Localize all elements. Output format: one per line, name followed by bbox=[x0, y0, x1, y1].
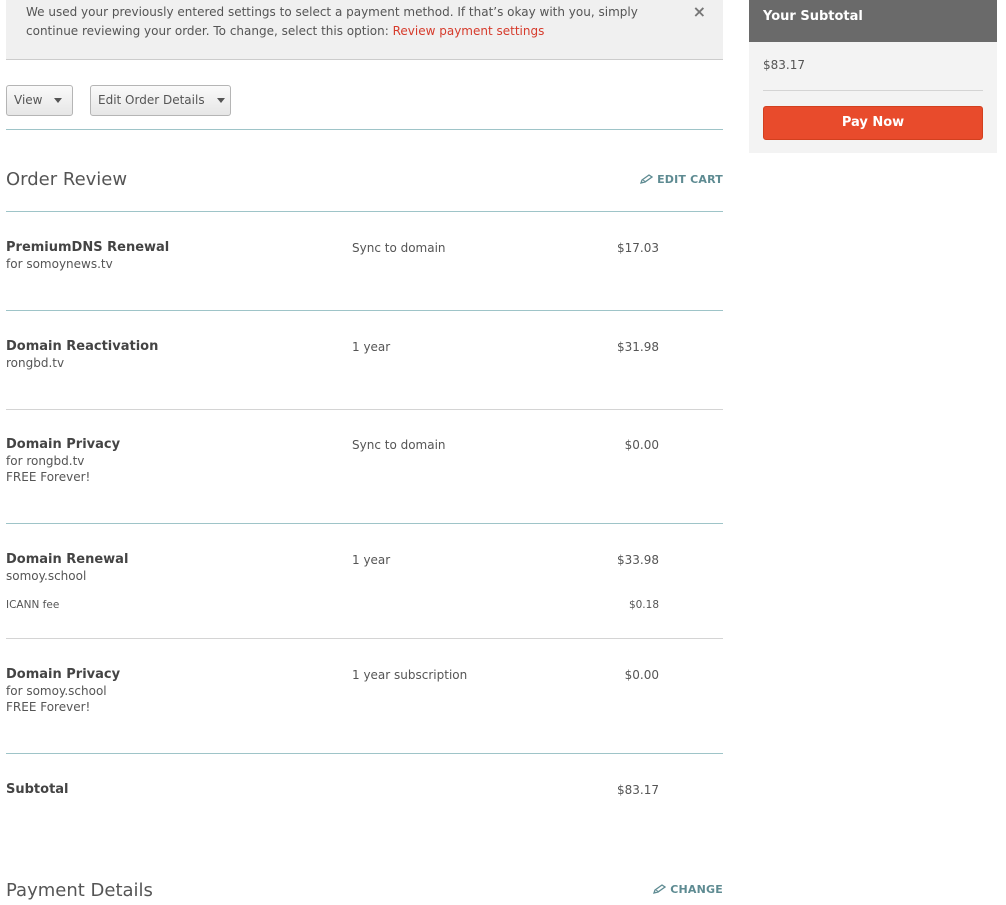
item-price: $0.00 bbox=[624, 668, 659, 682]
order-item: Domain Privacy for rongbd.tv FREE Foreve… bbox=[6, 437, 723, 485]
item-domain: rongbd.tv bbox=[6, 356, 65, 370]
chevron-down-icon bbox=[216, 98, 225, 103]
sidebar-subtotal-amount: $83.17 bbox=[763, 58, 805, 72]
order-item: Domain Reactivation rongbd.tv 1 year $31… bbox=[6, 339, 723, 371]
item-price: $33.98 bbox=[617, 553, 659, 567]
order-review-title: Order Review bbox=[6, 169, 128, 190]
item-fee-price: $0.18 bbox=[628, 599, 659, 611]
item-domain: for somoynews.tv bbox=[6, 257, 113, 271]
divider bbox=[763, 90, 983, 91]
item-price: $31.98 bbox=[617, 340, 659, 354]
order-item: Domain Renewal somoy.school 1 year $33.9… bbox=[6, 552, 723, 611]
subtotal-value: $83.17 bbox=[617, 783, 659, 797]
edit-cart-link[interactable]: EDIT CART bbox=[640, 173, 723, 186]
pencil-icon bbox=[640, 174, 654, 184]
edit-order-details-label: Edit Order Details bbox=[98, 93, 205, 107]
pencil-icon bbox=[653, 884, 667, 894]
subtotal-sidebar: Your Subtotal $83.17 Pay Now bbox=[749, 0, 997, 153]
close-icon[interactable]: × bbox=[693, 2, 706, 21]
item-term: Sync to domain bbox=[352, 438, 446, 452]
notice-text: We used your previously entered settings… bbox=[26, 5, 638, 38]
change-label: CHANGE bbox=[670, 883, 723, 896]
subtotal-row: Subtotal $83.17 bbox=[6, 782, 723, 798]
divider bbox=[6, 523, 723, 524]
review-payment-settings-link[interactable]: Review payment settings bbox=[393, 24, 545, 38]
divider bbox=[6, 211, 723, 212]
sidebar-title: Your Subtotal bbox=[749, 0, 997, 42]
item-note: FREE Forever! bbox=[6, 470, 91, 484]
divider bbox=[6, 638, 723, 639]
item-term: 1 year bbox=[352, 553, 391, 567]
divider bbox=[6, 310, 723, 311]
edit-order-details-dropdown[interactable]: Edit Order Details bbox=[90, 85, 231, 116]
item-fee-label: ICANN fee bbox=[6, 599, 60, 611]
item-domain: somoy.school bbox=[6, 569, 87, 583]
divider bbox=[6, 753, 723, 754]
payment-notice: We used your previously entered settings… bbox=[6, 0, 723, 60]
item-domain: for rongbd.tv bbox=[6, 454, 85, 468]
pay-now-button[interactable]: Pay Now bbox=[763, 106, 983, 140]
view-dropdown[interactable]: View bbox=[6, 85, 73, 116]
chevron-down-icon bbox=[54, 98, 63, 103]
view-dropdown-label: View bbox=[14, 93, 43, 107]
item-price: $0.00 bbox=[624, 438, 659, 452]
item-domain: for somoy.school bbox=[6, 684, 107, 698]
order-item: PremiumDNS Renewal for somoynews.tv Sync… bbox=[6, 240, 723, 272]
item-term: 1 year bbox=[352, 340, 391, 354]
divider bbox=[6, 129, 723, 130]
edit-cart-label: EDIT CART bbox=[657, 173, 723, 186]
payment-details-title: Payment Details bbox=[6, 880, 153, 901]
order-item: Domain Privacy for somoy.school FREE For… bbox=[6, 667, 723, 715]
item-note: FREE Forever! bbox=[6, 700, 91, 714]
divider bbox=[6, 409, 723, 410]
subtotal-label: Subtotal bbox=[6, 782, 69, 797]
item-term: 1 year subscription bbox=[352, 668, 468, 682]
item-term: Sync to domain bbox=[352, 241, 446, 255]
change-payment-link[interactable]: CHANGE bbox=[653, 883, 723, 896]
item-price: $17.03 bbox=[617, 241, 659, 255]
